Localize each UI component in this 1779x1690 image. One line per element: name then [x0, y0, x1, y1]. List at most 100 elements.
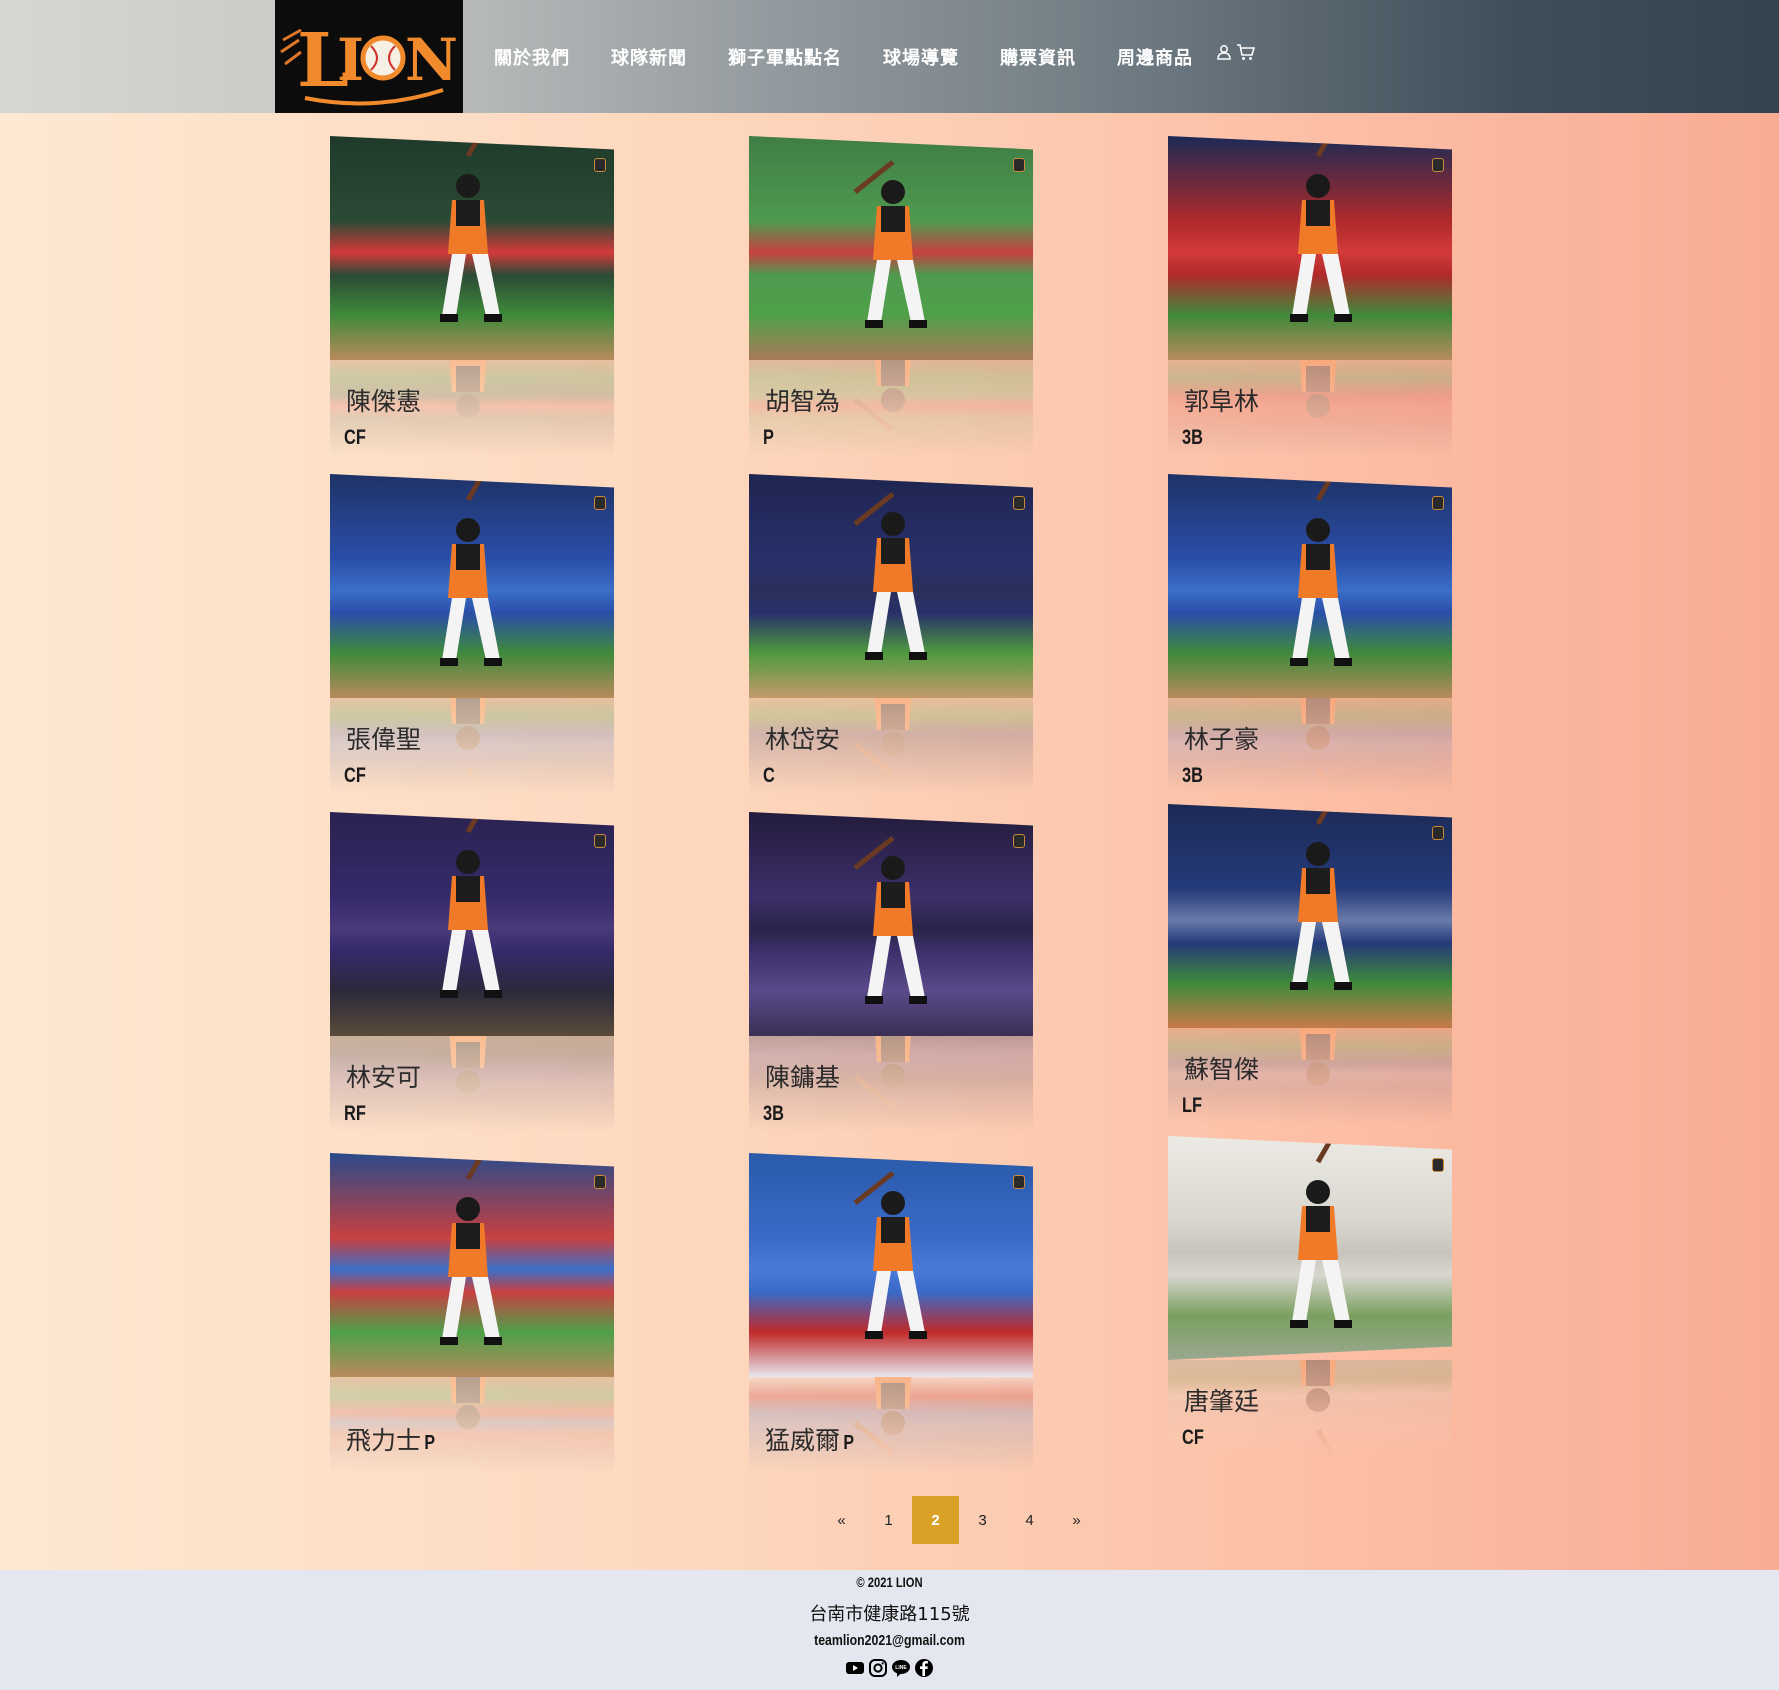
- pagination-page-1[interactable]: 1: [865, 1496, 912, 1544]
- nav-merchandise[interactable]: 周邊商品: [1117, 44, 1193, 70]
- player-card[interactable]: 唐肇廷 CF: [1168, 1136, 1452, 1456]
- team-badge-icon: [594, 496, 606, 510]
- team-badge-icon: [594, 834, 606, 848]
- player-position: P: [843, 1432, 855, 1454]
- player-card[interactable]: 林安可 RF: [330, 812, 614, 1132]
- player-name: 飛力士 P: [346, 1421, 436, 1457]
- player-photo[interactable]: [749, 812, 1033, 1036]
- youtube-icon[interactable]: [845, 1658, 865, 1678]
- player-name-text: 林子豪: [1184, 725, 1260, 754]
- pagination-next[interactable]: »: [1053, 1496, 1100, 1544]
- player-position: P: [424, 1432, 436, 1454]
- nav-team-news[interactable]: 球隊新聞: [611, 44, 687, 70]
- team-badge-icon: [1432, 826, 1444, 840]
- player-card[interactable]: 郭阜林 3B: [1168, 136, 1452, 456]
- player-photo[interactable]: [330, 1153, 614, 1377]
- player-name-text: 陳傑憲: [346, 387, 422, 416]
- team-badge-icon: [1013, 496, 1025, 510]
- user-icon[interactable]: [1216, 44, 1232, 64]
- player-name: 張偉聖: [346, 720, 421, 756]
- player-name: 蘇智傑: [1184, 1050, 1259, 1086]
- pagination: « 1 2 3 4 »: [818, 1496, 1100, 1544]
- player-position: LF: [1182, 1094, 1203, 1117]
- player-name-text: 飛力士: [346, 1426, 422, 1455]
- player-card[interactable]: 蘇智傑 LF: [1168, 804, 1452, 1124]
- player-name-text: 郭阜林: [1184, 387, 1260, 416]
- main-nav: 關於我們 球隊新聞 獅子軍點點名 球場導覽 購票資訊 周邊商品: [494, 0, 1256, 113]
- player-position: 3B: [1182, 764, 1203, 787]
- player-name-text: 陳鏞基: [765, 1063, 841, 1092]
- player-photo[interactable]: [330, 474, 614, 698]
- player-position: CF: [344, 426, 366, 449]
- player-name: 胡智為: [765, 382, 840, 418]
- player-photo[interactable]: [749, 136, 1033, 360]
- player-grid: 陳傑憲 CF 胡智為 P 郭阜林 3B 張偉聖 CF 林岱安 C 林子豪 3B …: [0, 113, 1779, 1570]
- player-name-text: 胡智為: [765, 387, 841, 416]
- site-footer: © 2021 LION 台南市健康路115號 teamlion2021@gmai…: [0, 1570, 1779, 1690]
- player-name: 唐肇廷: [1184, 1382, 1259, 1418]
- player-card[interactable]: 陳鏞基 3B: [749, 812, 1033, 1132]
- nav-about[interactable]: 關於我們: [494, 44, 570, 70]
- pagination-page-3[interactable]: 3: [959, 1496, 1006, 1544]
- copyright: © 2021 LION: [856, 1574, 923, 1590]
- team-badge-icon: [594, 1175, 606, 1189]
- player-position: CF: [1182, 1426, 1204, 1449]
- player-name: 郭阜林: [1184, 382, 1259, 418]
- team-badge-icon: [1013, 158, 1025, 172]
- nav-stadium-guide[interactable]: 球場導覽: [883, 44, 959, 70]
- svg-text:LINE: LINE: [895, 1665, 907, 1671]
- player-photo[interactable]: [330, 812, 614, 1036]
- player-photo[interactable]: [1168, 136, 1452, 360]
- team-badge-icon: [1013, 834, 1025, 848]
- player-position: RF: [344, 1102, 366, 1125]
- player-position: 3B: [1182, 426, 1203, 449]
- player-card[interactable]: 林子豪 3B: [1168, 474, 1452, 794]
- contact-email[interactable]: teamlion2021@gmail.com: [160, 1632, 1619, 1649]
- lion-logo-graphic: L I N: [280, 18, 458, 106]
- player-name-text: 蘇智傑: [1184, 1055, 1260, 1084]
- lion-logo[interactable]: L I N: [275, 0, 463, 113]
- address: 台南市健康路115號: [809, 1604, 970, 1625]
- player-photo[interactable]: [1168, 1136, 1452, 1360]
- site-header: L I N 關於我們 球隊新聞 獅子軍點點名 球場導覽 購票資訊 周邊商品: [0, 0, 1779, 113]
- player-photo[interactable]: [330, 136, 614, 360]
- social-links: LINE: [0, 1658, 1779, 1678]
- svg-text:I: I: [337, 26, 364, 94]
- player-position: 3B: [763, 1102, 784, 1125]
- player-photo[interactable]: [749, 1153, 1033, 1377]
- player-card[interactable]: 胡智為 P: [749, 136, 1033, 456]
- player-card[interactable]: 張偉聖 CF: [330, 474, 614, 794]
- player-photo[interactable]: [1168, 474, 1452, 698]
- instagram-icon[interactable]: [868, 1658, 888, 1678]
- cart-icon[interactable]: [1236, 43, 1256, 65]
- nav-tickets[interactable]: 購票資訊: [1000, 44, 1076, 70]
- team-badge-icon: [1013, 1175, 1025, 1189]
- player-name-text: 唐肇廷: [1184, 1387, 1260, 1416]
- player-name: 陳鏞基: [765, 1058, 840, 1094]
- team-badge-icon: [1432, 1158, 1444, 1172]
- team-badge-icon: [594, 158, 606, 172]
- team-badge-icon: [1432, 158, 1444, 172]
- player-name: 林子豪: [1184, 720, 1259, 756]
- player-position: CF: [344, 764, 366, 787]
- player-name-text: 林岱安: [765, 725, 841, 754]
- line-icon[interactable]: LINE: [891, 1658, 911, 1678]
- team-badge-icon: [1432, 496, 1444, 510]
- player-name: 林安可: [346, 1058, 421, 1094]
- pagination-page-4[interactable]: 4: [1006, 1496, 1053, 1544]
- player-card[interactable]: 陳傑憲 CF: [330, 136, 614, 456]
- svg-text:N: N: [405, 26, 458, 94]
- player-photo[interactable]: [749, 474, 1033, 698]
- player-card[interactable]: 林岱安 C: [749, 474, 1033, 794]
- pagination-page-2[interactable]: 2: [912, 1496, 959, 1544]
- player-card[interactable]: 猛威爾 P: [749, 1153, 1033, 1473]
- nav-roster[interactable]: 獅子軍點點名: [728, 44, 842, 70]
- player-card[interactable]: 飛力士 P: [330, 1153, 614, 1473]
- pagination-prev[interactable]: «: [818, 1496, 865, 1544]
- player-name-text: 林安可: [346, 1063, 422, 1092]
- player-name: 林岱安: [765, 720, 840, 756]
- facebook-icon[interactable]: [914, 1658, 934, 1678]
- player-photo[interactable]: [1168, 804, 1452, 1028]
- player-name: 陳傑憲: [346, 382, 421, 418]
- player-name-text: 張偉聖: [346, 725, 422, 754]
